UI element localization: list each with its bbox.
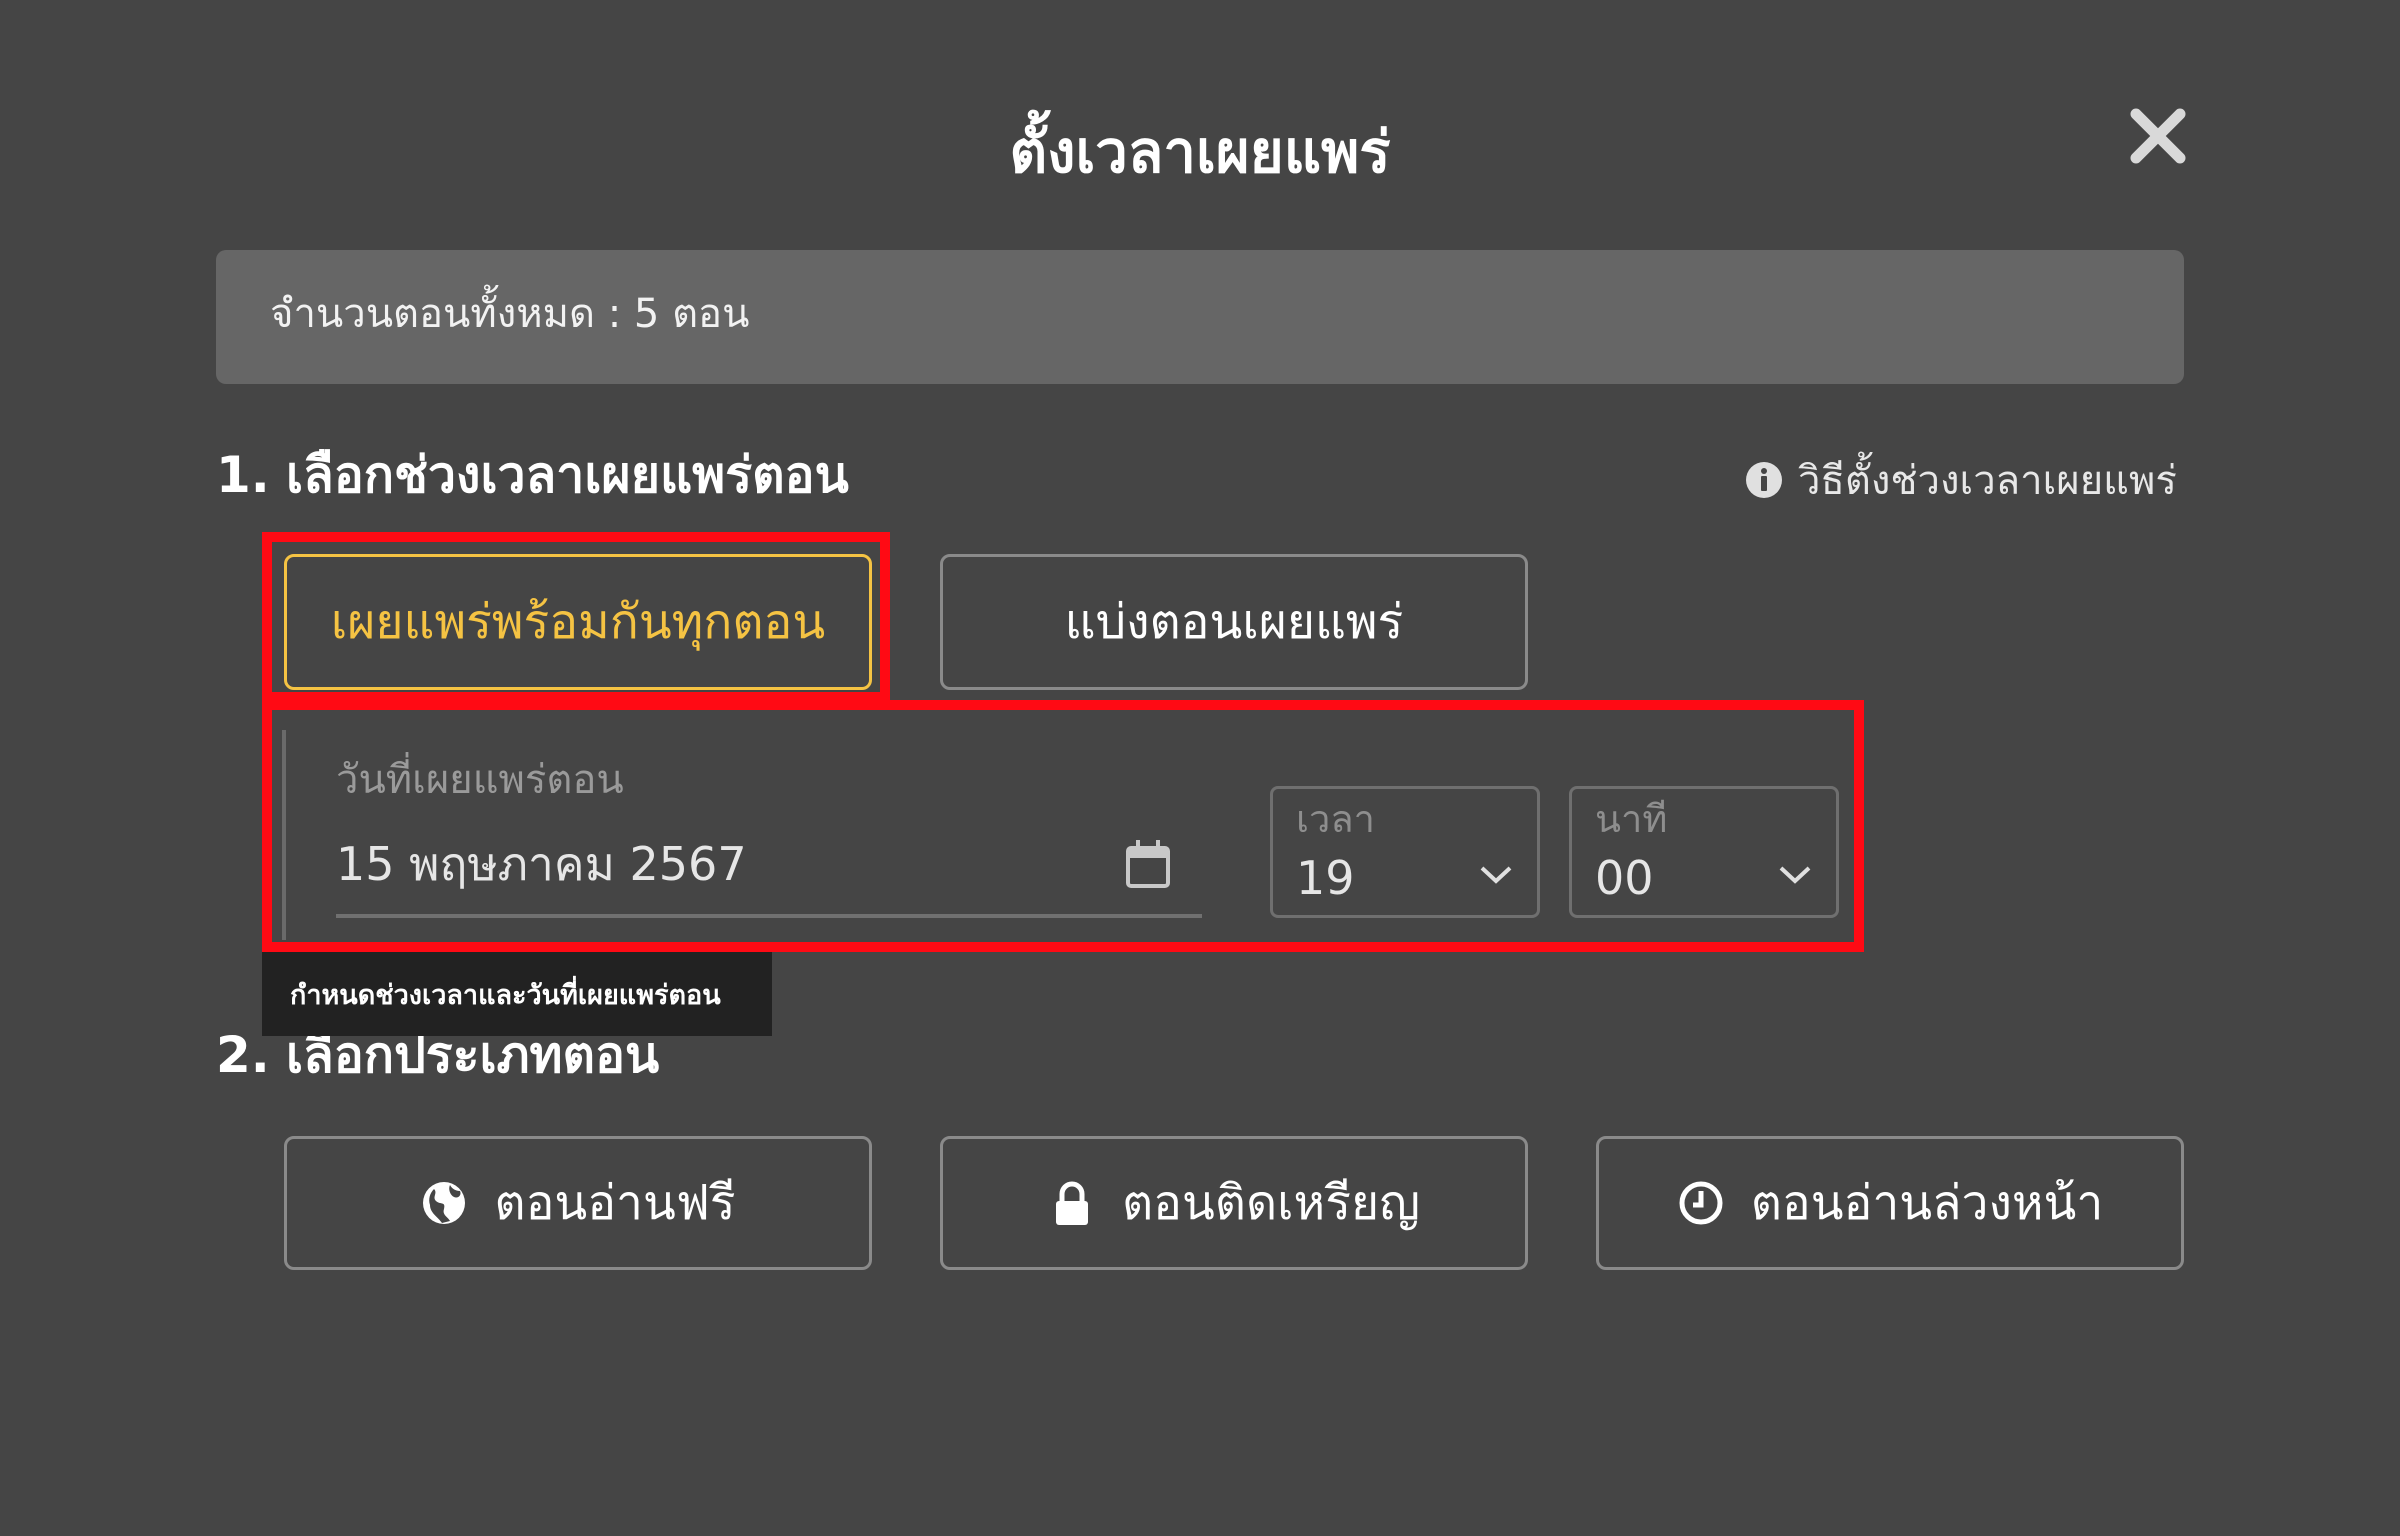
chevron-down-icon [1777,862,1813,886]
date-field-underline [336,914,1202,918]
close-icon[interactable] [2126,104,2190,168]
dialog-title: ตั้งเวลาเผยแพร่ [1009,118,1391,186]
lock-icon [1048,1179,1096,1227]
date-field-accent [282,730,286,940]
hour-select-value: 19 [1296,851,1355,905]
date-field-value[interactable]: 15 พฤษภาคม 2567 [336,832,747,896]
episode-count-text: จำนวนตอนทั้งหมด : 5 ตอน [270,291,750,337]
coin-episode-button[interactable]: ตอนติดเหรียญ [940,1136,1528,1270]
globe-icon [420,1179,468,1227]
section1-title: เลือกช่วงเวลาเผยแพร่ตอน [286,446,849,504]
early-access-button[interactable]: ตอนอ่านล่วงหน้า [1596,1136,2184,1270]
split-publish-button[interactable]: แบ่งตอนเผยแพร่ [940,554,1528,690]
publish-all-label: เผยแพร่พร้อมกันทุกตอน [330,594,826,650]
split-publish-label: แบ่งตอนเผยแพร่ [1064,594,1404,650]
minute-select-label: นาที [1595,797,1668,841]
date-field-label: วันที่เผยแพร่ตอน [336,757,624,803]
help-link-label: วิธีตั้งช่วงเวลาเผยแพร่ [1798,458,2177,504]
info-icon [1744,460,1784,500]
early-access-label: ตอนอ่านล่วงหน้า [1750,1175,2104,1231]
calendar-icon[interactable] [1124,838,1172,890]
publish-help-link[interactable]: วิธีตั้งช่วงเวลาเผยแพร่ [1744,448,2177,512]
publish-all-button[interactable]: เผยแพร่พร้อมกันทุกตอน [284,554,872,690]
tooltip: กำหนดช่วงเวลาและวันที่เผยแพร่ตอน [262,952,772,1036]
hour-select-label: เวลา [1296,797,1375,841]
section1-number: 1. [216,446,270,504]
coin-episode-label: ตอนติดเหรียญ [1121,1175,1420,1231]
free-episode-button[interactable]: ตอนอ่านฟรี [284,1136,872,1270]
free-episode-label: ตอนอ่านฟรี [494,1175,736,1231]
minute-select-value: 00 [1595,851,1654,905]
chevron-down-icon [1478,862,1514,886]
clock-icon [1677,1179,1725,1227]
